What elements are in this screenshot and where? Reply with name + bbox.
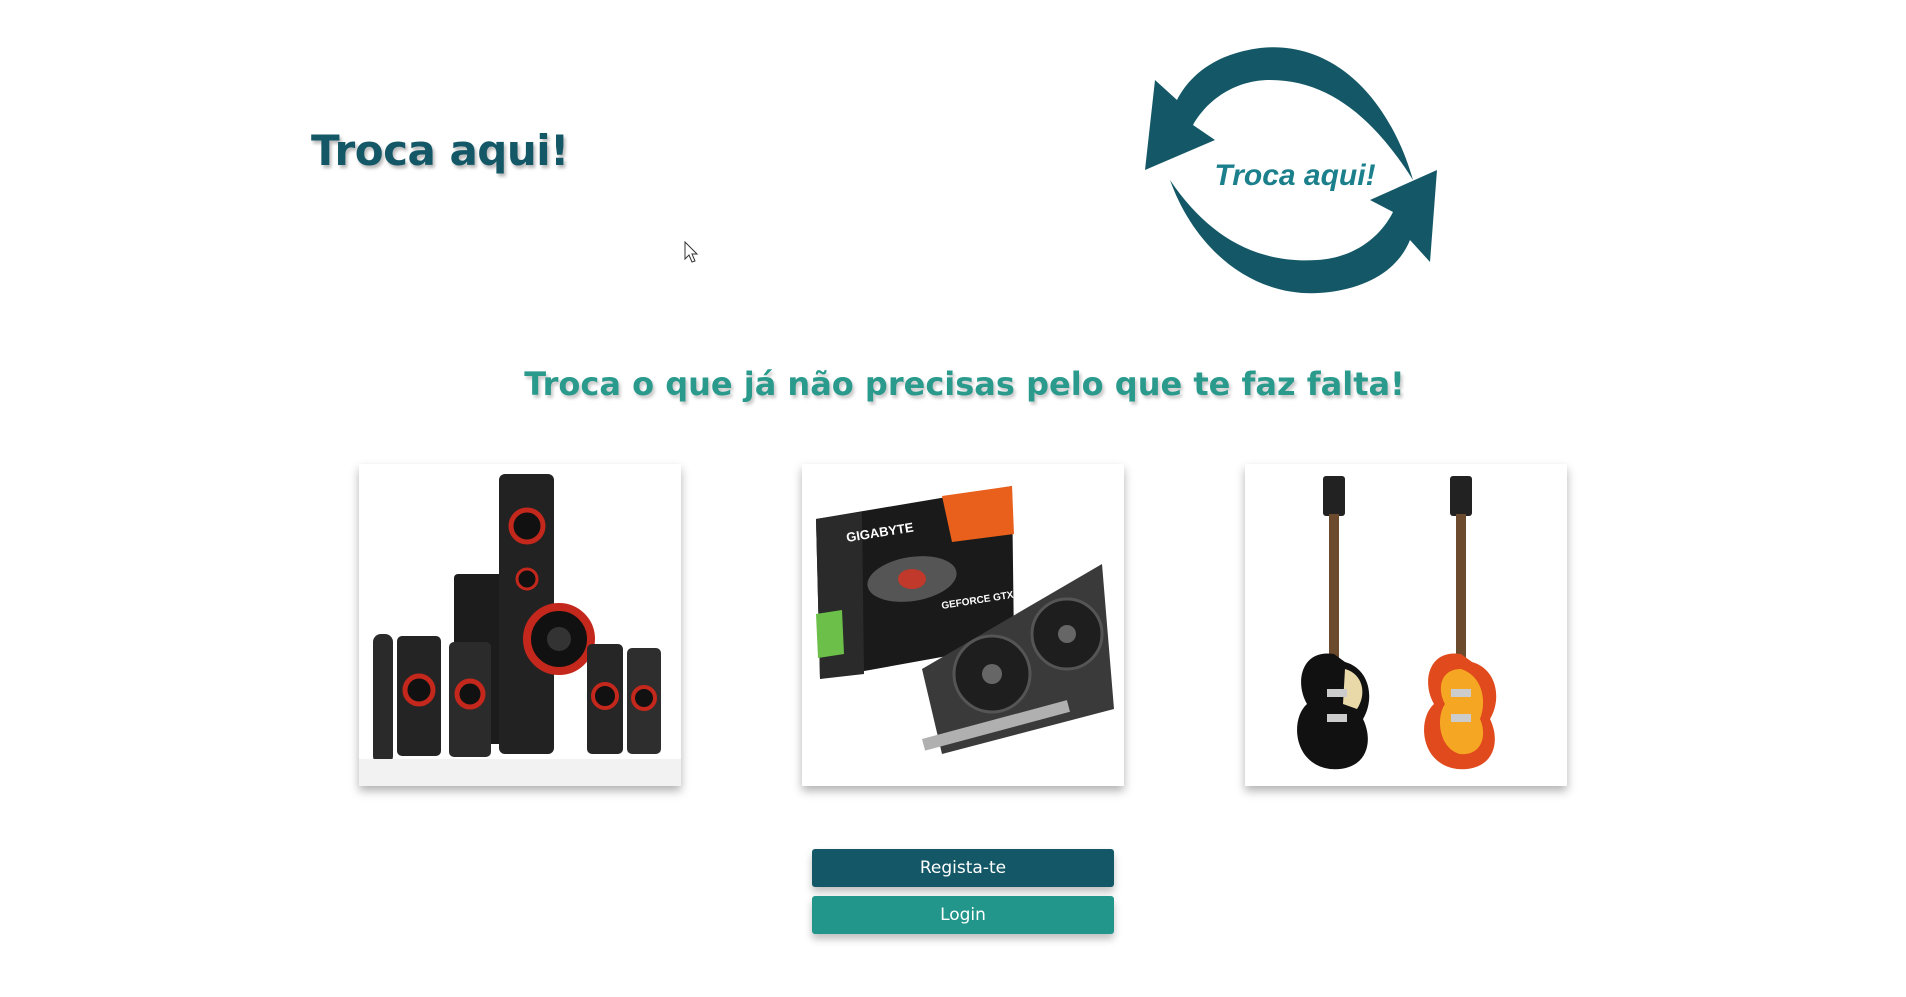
product-card-graphics-card[interactable]: GIGABYTE GEFORCE GTX	[802, 464, 1124, 786]
guitars-image	[1245, 464, 1567, 786]
logo: Troca aqui!	[1145, 40, 1445, 300]
graphics-card-image: GIGABYTE GEFORCE GTX	[802, 464, 1124, 786]
register-button[interactable]: Regista-te	[812, 849, 1114, 887]
login-button[interactable]: Login	[812, 896, 1114, 934]
logo-text: Troca aqui!	[1214, 159, 1375, 192]
speaker-system-image	[359, 464, 681, 786]
product-card-guitars[interactable]	[1245, 464, 1567, 786]
tagline: Troca o que já não precisas pelo que te …	[524, 365, 1405, 403]
product-card-speakers[interactable]	[359, 464, 681, 786]
exchange-arrows-icon: Troca aqui!	[1145, 47, 1437, 294]
mouse-cursor-icon	[684, 241, 699, 263]
landing-page: Troca aqui! Troca aqui! Troca o que já n…	[0, 0, 1906, 997]
site-title: Troca aqui!	[311, 126, 569, 175]
